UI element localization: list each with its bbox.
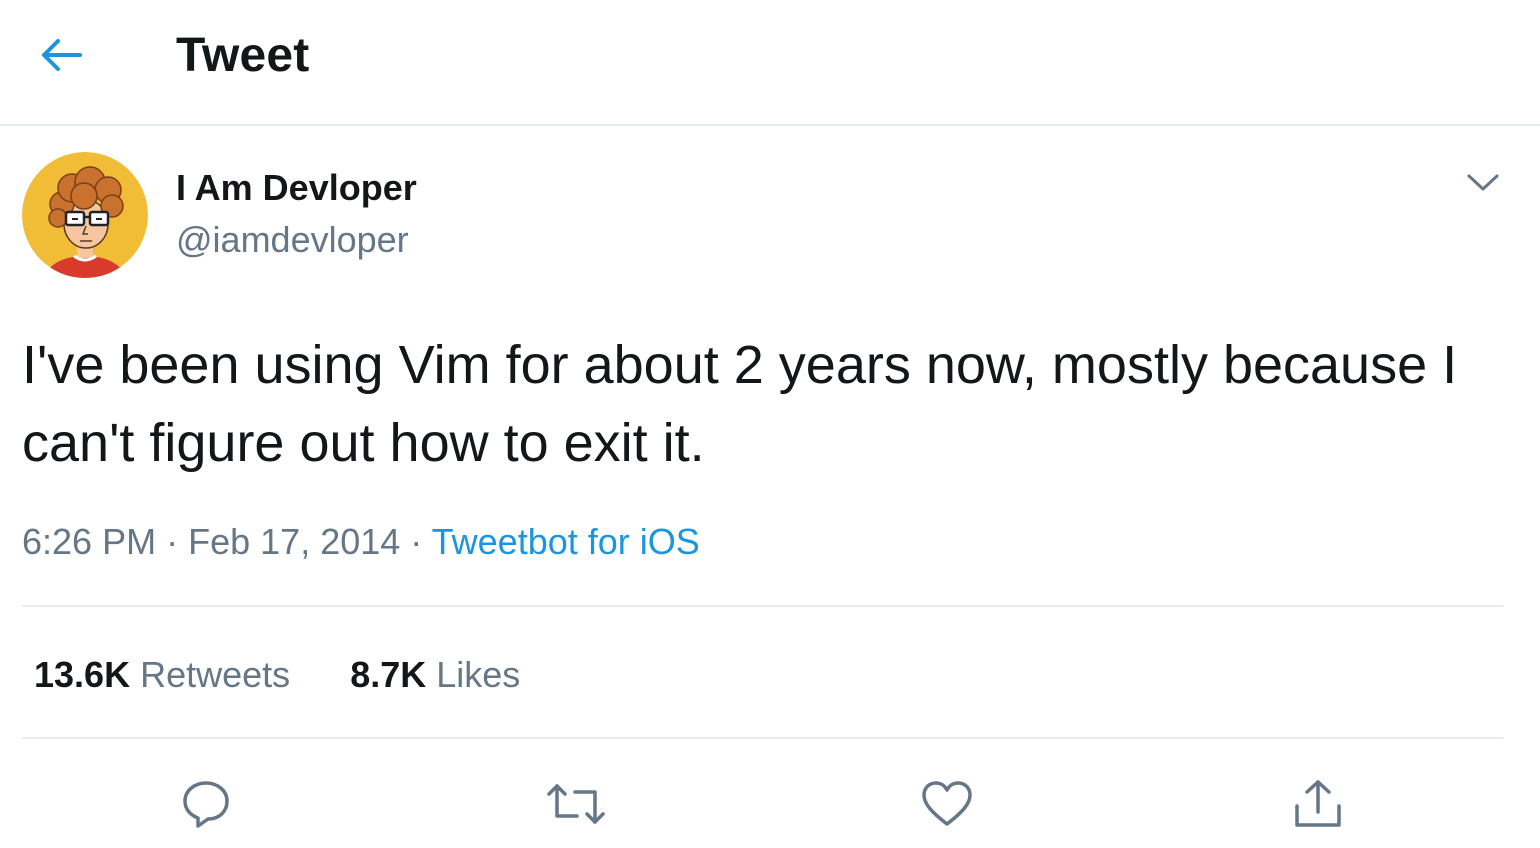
- reply-icon: [183, 781, 229, 828]
- tweet-text: I've been using Vim for about 2 years no…: [22, 335, 1458, 473]
- tweet-source-link[interactable]: Tweetbot for iOS: [432, 521, 700, 562]
- meta-separator: ·: [166, 521, 179, 562]
- tweet-stats: 13.6K Retweets 8.7K Likes: [34, 650, 520, 700]
- more-options-button[interactable]: [1458, 158, 1508, 208]
- back-button[interactable]: [28, 30, 94, 80]
- like-icon: [922, 781, 972, 826]
- chevron-down-icon: [1467, 174, 1499, 191]
- likes-count: 8.7K: [350, 654, 427, 695]
- tweet-date[interactable]: Feb 17, 2014: [188, 521, 400, 562]
- avatar[interactable]: [22, 152, 148, 278]
- like-button[interactable]: [915, 772, 979, 836]
- likes-label: Likes: [436, 654, 521, 695]
- cartoon-developer-avatar: [22, 152, 148, 278]
- likes-stat[interactable]: 8.7K Likes: [350, 650, 520, 700]
- author-display-name[interactable]: I Am Devloper: [176, 166, 417, 210]
- retweets-count: 13.6K: [34, 654, 131, 695]
- share-icon: [1295, 780, 1341, 827]
- page-header: Tweet: [0, 0, 1540, 126]
- tweet-meta: 6:26 PM · Feb 17, 2014 · Tweetbot for iO…: [22, 516, 700, 568]
- share-button[interactable]: [1286, 772, 1350, 836]
- tweet-time[interactable]: 6:26 PM: [22, 521, 156, 562]
- meta-separator: ·: [410, 521, 423, 562]
- divider: [22, 737, 1504, 739]
- retweet-icon: [547, 784, 605, 824]
- arrow-left-icon: [42, 39, 82, 71]
- retweet-button[interactable]: [544, 772, 608, 836]
- divider: [22, 605, 1504, 607]
- reply-button[interactable]: [174, 772, 238, 836]
- retweets-label: Retweets: [140, 654, 291, 695]
- author-handle[interactable]: @iamdevloper: [176, 218, 409, 262]
- page-title: Tweet: [176, 29, 310, 82]
- retweets-stat[interactable]: 13.6K Retweets: [34, 650, 290, 700]
